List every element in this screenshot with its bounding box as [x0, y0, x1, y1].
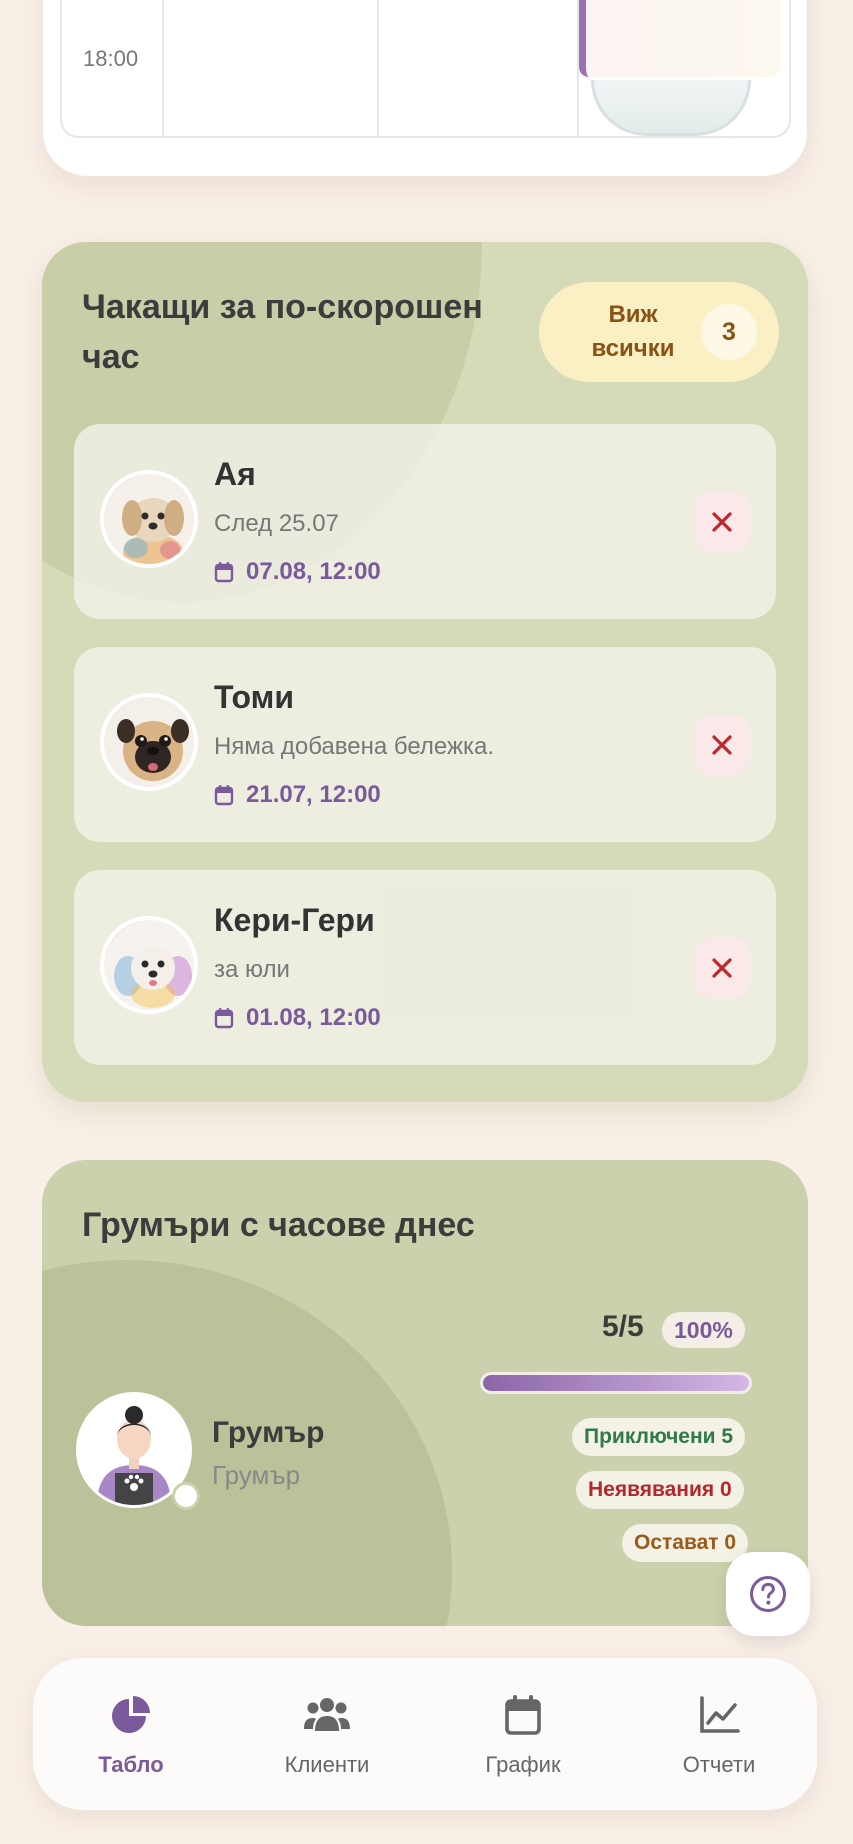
nav-label: Отчети: [682, 1752, 756, 1777]
schedule-column-divider: [162, 0, 164, 136]
nav-label: График: [485, 1752, 561, 1777]
requested-date-text: 01.08, 12:00: [246, 1004, 381, 1031]
nav-label: Клиенти: [284, 1752, 370, 1777]
nav-item-schedule[interactable]: График: [425, 1658, 621, 1810]
waitlist-item[interactable]: Томи Няма добавена бележка. 21.07, 12:00: [74, 647, 776, 842]
calendar-icon: [504, 1692, 542, 1738]
completed-badge: Приключени 5: [572, 1418, 746, 1456]
waitlist-note: Няма добавена бележка.: [214, 733, 495, 760]
view-all-label: Виж всички: [591, 301, 675, 362]
nav-label: Табло: [98, 1752, 164, 1777]
groomer-name: Грумър: [212, 1416, 325, 1449]
requested-date-text: 21.07, 12:00: [246, 781, 381, 808]
help-button[interactable]: [726, 1552, 810, 1636]
requested-date: 21.07, 12:00: [214, 781, 381, 809]
nav-item-dashboard[interactable]: Табло: [33, 1658, 229, 1810]
schedule-time-label: 18:00: [83, 46, 139, 71]
pet-name: Кери-Гери: [214, 902, 375, 938]
requested-date-text: 07.08, 12:00: [246, 558, 381, 585]
close-icon: [712, 512, 732, 532]
remaining-badge: Остават 0: [622, 1524, 749, 1562]
schedule-card: 18:00: [43, 0, 807, 176]
appointments-ratio: 5/5: [602, 1310, 644, 1343]
view-all-button[interactable]: Виж всички 3: [539, 282, 779, 382]
pie-chart-icon: [110, 1692, 152, 1738]
completion-progress-bar: [480, 1372, 752, 1394]
pet-name: Томи: [214, 679, 294, 715]
no-shows-badge: Неявявания 0: [576, 1471, 744, 1509]
groomers-card: Грумъри с часове днес Грумър Грумър 5/5 …: [42, 1160, 808, 1626]
requested-date: 07.08, 12:00: [214, 558, 381, 586]
waitlist-title: Чакащи за по-скорошен час: [82, 288, 483, 376]
dog-avatar: [100, 470, 198, 568]
users-icon: [303, 1692, 351, 1738]
waitlist-item[interactable]: Кери-Гери за юли 01.08, 12:00: [74, 870, 776, 1065]
pet-name: Ая: [214, 456, 256, 492]
waitlist-note: След 25.07: [214, 510, 339, 537]
completion-percent-badge: 100%: [662, 1312, 745, 1348]
groomer-role: Грумър: [212, 1460, 301, 1490]
dog-avatar: [100, 693, 198, 791]
status-indicator: [172, 1482, 200, 1510]
remove-button[interactable]: [694, 938, 750, 998]
help-icon: [750, 1576, 786, 1612]
groomers-title: Грумъри с часове днес: [82, 1206, 475, 1244]
schedule-column-divider: [377, 0, 379, 136]
nav-item-clients[interactable]: Клиенти: [229, 1658, 425, 1810]
close-icon: [712, 958, 732, 978]
schedule-appointment[interactable]: [579, 0, 781, 77]
waitlist-note: за юли: [214, 956, 290, 983]
nav-item-reports[interactable]: Отчети: [621, 1658, 817, 1810]
requested-date: 01.08, 12:00: [214, 1004, 381, 1032]
remove-button[interactable]: [694, 715, 750, 775]
completion-progress-fill: [483, 1375, 749, 1391]
waitlist-item[interactable]: Ая След 25.07 07.08, 12:00: [74, 424, 776, 619]
dog-avatar: [100, 916, 198, 1014]
remove-button[interactable]: [694, 492, 750, 552]
calendar-icon: [214, 561, 234, 583]
calendar-icon: [214, 1007, 234, 1029]
waitlist-card: Чакащи за по-скорошен час Виж всички 3 А…: [42, 242, 808, 1102]
close-icon: [712, 735, 732, 755]
calendar-icon: [214, 784, 234, 806]
bottom-navigation: Табло Клиенти График Отчети: [33, 1658, 817, 1810]
line-chart-icon: [698, 1692, 740, 1738]
waitlist-count-badge: 3: [701, 304, 757, 360]
